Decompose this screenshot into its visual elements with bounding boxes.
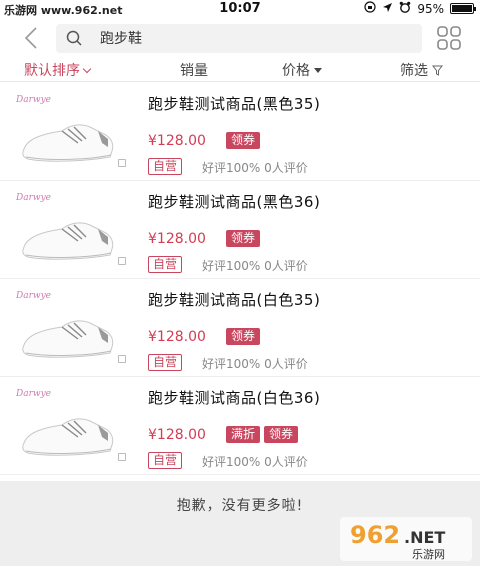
product-row[interactable]: Darwye 跑步鞋测试商品(白色35) ¥128.00 领券 自营 好评100…	[0, 279, 480, 377]
coupon-tag[interactable]: 领券	[264, 426, 299, 443]
sort-sales-label: 销量	[180, 63, 208, 79]
shoe-image	[22, 320, 114, 358]
product-price: ¥128.00	[148, 427, 206, 443]
search-box[interactable]	[56, 24, 422, 53]
search-icon	[66, 30, 82, 46]
image-badge-icon	[118, 453, 126, 461]
product-title[interactable]: 跑步鞋测试商品(白色36)	[148, 387, 320, 408]
battery-percent: 95%	[417, 1, 444, 16]
coupon-tag[interactable]: 领券	[226, 132, 261, 149]
image-badge-icon	[118, 355, 126, 363]
shoe-image	[22, 222, 114, 260]
promo-tags: 领券	[226, 230, 261, 247]
promo-tags: 领券	[226, 328, 261, 345]
sort-bar: 默认排序 销量 价格 筛选	[0, 58, 480, 82]
svg-text:乐游网: 乐游网	[412, 548, 445, 561]
filter-icon	[432, 65, 443, 76]
battery-icon	[450, 3, 476, 14]
product-rating: 好评100% 0人评价	[202, 455, 308, 469]
sort-default[interactable]: 默认排序	[24, 60, 92, 80]
grid-view-button[interactable]	[436, 25, 462, 51]
svg-text:962: 962	[350, 521, 400, 549]
product-price: ¥128.00	[148, 133, 206, 149]
status-icons: 95%	[364, 1, 476, 16]
shoe-image	[22, 418, 114, 456]
shoe-image	[22, 124, 114, 162]
image-badge-icon	[118, 159, 126, 167]
product-thumbnail[interactable]: Darwye	[8, 187, 128, 269]
lock-rotation-icon	[364, 1, 376, 16]
coupon-tag[interactable]: 满折	[226, 426, 261, 443]
product-price: ¥128.00	[148, 329, 206, 345]
coupon-tag[interactable]: 领券	[226, 328, 261, 345]
sort-sales[interactable]: 销量	[180, 60, 208, 80]
image-badge-icon	[118, 257, 126, 265]
search-input[interactable]	[100, 28, 400, 48]
promo-tags: 领券	[226, 132, 261, 149]
product-row[interactable]: Darwye 跑步鞋测试商品(黑色36) ¥128.00 领券 自营 好评100…	[0, 181, 480, 279]
product-thumbnail[interactable]: Darwye	[8, 89, 128, 171]
grid-view-icon	[437, 26, 461, 50]
product-thumbnail[interactable]: Darwye	[8, 285, 128, 367]
self-operated-badge: 自营	[148, 452, 183, 469]
back-button[interactable]	[18, 24, 46, 52]
sort-default-label: 默认排序	[24, 63, 80, 79]
status-bar: 乐游网 www.962.net 10:07 95%	[0, 0, 480, 18]
self-operated-badge: 自营	[148, 158, 183, 175]
product-title[interactable]: 跑步鞋测试商品(白色35)	[148, 289, 320, 310]
brand-logo: Darwye	[16, 193, 51, 203]
product-thumbnail[interactable]: Darwye	[8, 383, 128, 465]
promo-tags: 满折 领券	[226, 426, 299, 443]
chevron-left-icon	[24, 27, 37, 49]
product-title[interactable]: 跑步鞋测试商品(黑色35)	[148, 93, 320, 114]
product-rating: 好评100% 0人评价	[202, 161, 308, 175]
no-more-message: 抱歉，没有更多啦!	[176, 498, 304, 514]
product-title[interactable]: 跑步鞋测试商品(黑色36)	[148, 191, 320, 212]
brand-logo: Darwye	[16, 389, 51, 399]
list-end-footer: 抱歉，没有更多啦! 962 .NET 乐游网	[0, 481, 480, 566]
brand-logo: Darwye	[16, 291, 51, 301]
search-header	[0, 18, 480, 58]
product-list: Darwye 跑步鞋测试商品(黑色35) ¥128.00 领券 自营 好评100…	[0, 83, 480, 475]
sort-price[interactable]: 价格	[282, 60, 322, 80]
sort-filter-label: 筛选	[400, 63, 428, 79]
coupon-tag[interactable]: 领券	[226, 230, 261, 247]
svg-text:.NET: .NET	[404, 528, 445, 547]
product-price: ¥128.00	[148, 231, 206, 247]
product-row[interactable]: Darwye 跑步鞋测试商品(白色36) ¥128.00 满折 领券 自营 好评1…	[0, 377, 480, 475]
alarm-icon	[399, 1, 411, 16]
chevron-down-icon	[82, 64, 92, 73]
self-operated-badge: 自营	[148, 354, 183, 371]
product-row[interactable]: Darwye 跑步鞋测试商品(黑色35) ¥128.00 领券 自营 好评100…	[0, 83, 480, 181]
self-operated-badge: 自营	[148, 256, 183, 273]
product-rating: 好评100% 0人评价	[202, 357, 308, 371]
sort-price-label: 价格	[282, 63, 310, 79]
location-icon	[382, 2, 393, 16]
product-rating: 好评100% 0人评价	[202, 259, 308, 273]
sort-filter[interactable]: 筛选	[400, 60, 443, 80]
caret-down-icon	[314, 67, 322, 73]
watermark-logo: 962 .NET 乐游网	[340, 517, 472, 561]
brand-logo: Darwye	[16, 95, 51, 105]
